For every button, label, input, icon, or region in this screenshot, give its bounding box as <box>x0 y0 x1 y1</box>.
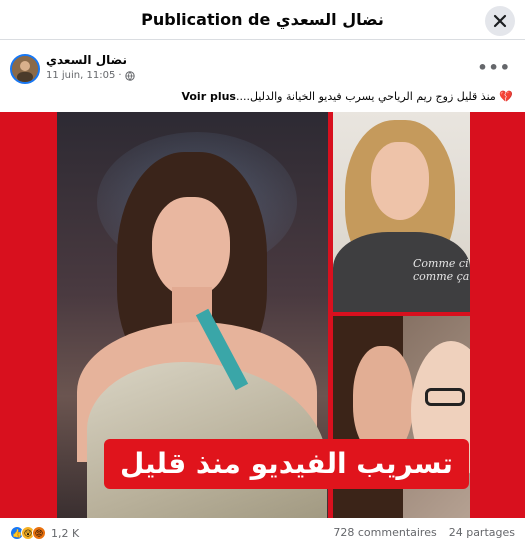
shirt-print-line1: Comme ci <box>413 257 469 270</box>
post-caption: 💔 منذ قليل زوج ريم الرياحي يسرب فيديو ال… <box>13 90 513 103</box>
photo-face <box>371 142 429 220</box>
more-options-button[interactable]: ••• <box>477 58 511 77</box>
close-button[interactable] <box>485 6 515 36</box>
see-more-link[interactable]: Voir plus <box>181 90 236 103</box>
shirt-print-line2: comme ça <box>413 270 470 283</box>
reactions-summary[interactable]: 👍 😮 😡 1,2 K <box>10 526 79 540</box>
globe-icon[interactable] <box>124 70 135 81</box>
broken-heart-icon: 💔 <box>499 90 513 103</box>
shares-count[interactable]: 24 partages <box>449 526 515 539</box>
dialog-title: Publication de نضال السعدي <box>141 10 384 29</box>
video-overlay-caption: تسريب الفيديو منذ قليل <box>104 439 469 489</box>
engagement-bar: 👍 😮 😡 1,2 K 728 commentaires 24 partages <box>0 518 525 551</box>
post-media[interactable]: Comme ci comme ça تسريب الفيديو منذ قليل <box>0 112 525 518</box>
close-icon <box>493 14 507 28</box>
angry-reaction-icon: 😡 <box>32 526 46 540</box>
reaction-count[interactable]: 1,2 K <box>51 527 79 540</box>
meta-separator: · <box>118 70 122 81</box>
author-name[interactable]: نضال السعدي <box>46 53 127 67</box>
photo-face <box>152 197 230 297</box>
top-right-photo[interactable]: Comme ci comme ça <box>333 112 470 312</box>
avatar[interactable] <box>10 54 40 84</box>
post-date[interactable]: 11 juin, 11:05 <box>46 70 115 81</box>
more-options-icon: ••• <box>477 58 511 77</box>
dialog-header: Publication de نضال السعدي <box>0 0 525 40</box>
photo-glasses <box>425 388 465 406</box>
comments-count[interactable]: 728 commentaires <box>333 526 436 539</box>
engagement-stats: 728 commentaires 24 partages <box>333 526 515 539</box>
post-header: نضال السعدي 11 juin, 11:05 · ••• <box>0 50 525 90</box>
avatar-image <box>12 56 38 82</box>
post-meta: 11 juin, 11:05 · <box>46 70 135 81</box>
shirt-print: Comme ci comme ça <box>413 257 469 283</box>
caption-text: منذ قليل زوج ريم الرياحي يسرب فيديو الخي… <box>235 90 496 103</box>
